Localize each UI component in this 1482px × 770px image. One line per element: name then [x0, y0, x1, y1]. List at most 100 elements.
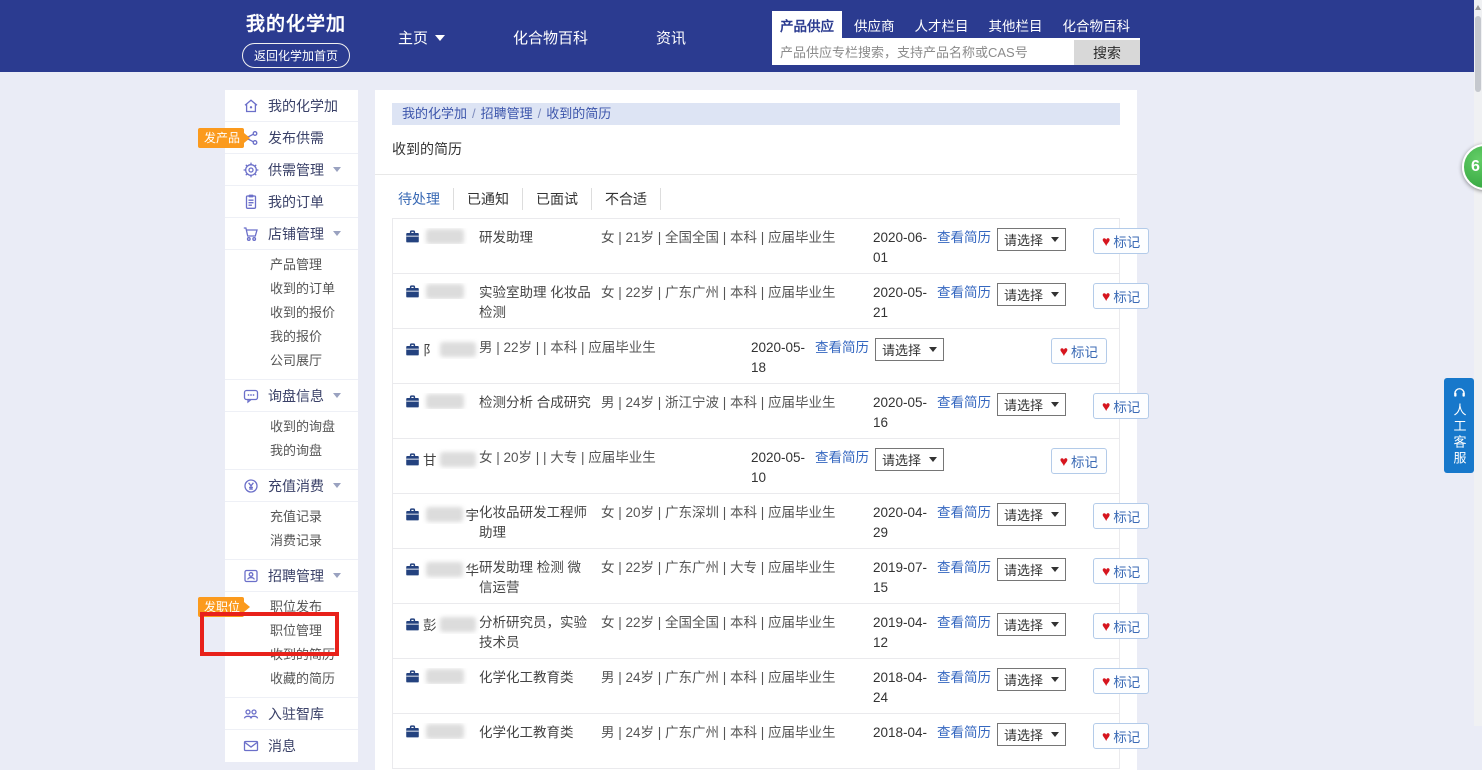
- mark-button[interactable]: ♥ 标记: [1093, 393, 1149, 419]
- chevron-down-icon: [333, 231, 341, 236]
- status-select[interactable]: 请选择: [997, 228, 1066, 251]
- mark-button[interactable]: ♥ 标记: [1093, 558, 1149, 584]
- sidebar-item-label: 我的报价: [270, 329, 322, 344]
- sidebar-item-received-quotes[interactable]: 收到的报价: [225, 301, 358, 325]
- mark-button[interactable]: ♥ 标记: [1051, 448, 1107, 474]
- scrollbar-thumb[interactable]: [1475, 16, 1481, 92]
- chat-notification-badge[interactable]: 6: [1462, 144, 1482, 190]
- mark-button[interactable]: ♥ 标记: [1093, 283, 1149, 309]
- search-tab[interactable]: 供应商: [846, 11, 903, 38]
- applicant-details: 男 | 24岁 | 浙江宁波 | 本科 | 应届毕业生: [601, 393, 873, 413]
- heart-icon: ♥: [1102, 289, 1110, 303]
- status-select[interactable]: 请选择: [997, 283, 1066, 306]
- tab-不合适[interactable]: 不合适: [592, 188, 661, 210]
- search-tab[interactable]: 其他栏目: [981, 11, 1051, 38]
- sidebar-item-job-publish[interactable]: 职位发布发职位: [225, 595, 358, 619]
- status-select[interactable]: 请选择: [997, 668, 1066, 691]
- home-icon: [242, 97, 260, 115]
- view-resume-link[interactable]: 查看简历: [937, 230, 991, 245]
- view-resume-link[interactable]: 查看简历: [937, 285, 991, 300]
- sidebar-item-messages[interactable]: 消息: [225, 730, 358, 762]
- mark-button[interactable]: ♥ 标记: [1093, 503, 1149, 529]
- mark-button[interactable]: ♥ 标记: [1093, 228, 1149, 254]
- resume-row: 宇 化妆品研发工程师助理 女 | 20岁 | 广东深圳 | 本科 | 应届毕业生…: [393, 494, 1119, 549]
- page-scrollbar[interactable]: [1474, 0, 1482, 726]
- sidebar-item-inquiry-info[interactable]: 询盘信息: [225, 380, 358, 412]
- customer-service-button[interactable]: 人工客服: [1444, 378, 1474, 473]
- view-resume-link[interactable]: 查看简历: [937, 670, 991, 685]
- view-resume-link[interactable]: 查看简历: [815, 450, 869, 465]
- breadcrumb-link[interactable]: 我的化学加: [402, 103, 467, 125]
- applicant-position: 研发助理 检测 微信运营: [479, 558, 601, 598]
- chat-icon: [242, 387, 260, 405]
- name-redacted-blob: [426, 669, 464, 684]
- search-tab[interactable]: 化合物百科: [1055, 11, 1139, 38]
- sidebar-item-join-think-tank[interactable]: 入驻智库: [225, 698, 358, 730]
- mark-button[interactable]: ♥ 标记: [1093, 668, 1149, 694]
- back-to-home-button[interactable]: 返回化学加首页: [242, 43, 350, 68]
- applicant-details: 男 | 22岁 | | 本科 | 应届毕业生: [479, 338, 751, 358]
- sidebar-item-supply-demand-mgmt[interactable]: 供需管理: [225, 154, 358, 186]
- sidebar-item-my-huaxuejia[interactable]: 我的化学加: [225, 90, 358, 122]
- sidebar-item-label: 充值消费: [268, 476, 324, 496]
- sidebar-item-recharge-consume[interactable]: 充值消费: [225, 470, 358, 502]
- sidebar-item-label: 供需管理: [268, 160, 324, 180]
- mark-button[interactable]: ♥ 标记: [1093, 613, 1149, 639]
- applicant-details: 女 | 22岁 | 广东广州 | 大专 | 应届毕业生: [601, 558, 873, 578]
- sidebar-item-product-mgmt[interactable]: 产品管理: [225, 253, 358, 277]
- received-date: 2020-05-21: [873, 283, 937, 323]
- resume-row: 化学化工教育类 男 | 24岁 | 广东广州 | 本科 | 应届毕业生 2018…: [393, 659, 1119, 714]
- sidebar-item-my-inquiries[interactable]: 我的询盘: [225, 439, 358, 463]
- mark-button[interactable]: ♥ 标记: [1051, 338, 1107, 364]
- title-divider: [375, 174, 1137, 175]
- nav-item[interactable]: 化合物百科: [513, 27, 588, 48]
- view-resume-link[interactable]: 查看简历: [937, 615, 991, 630]
- folder-icon: [405, 284, 420, 299]
- status-select[interactable]: 请选择: [997, 613, 1066, 636]
- folder-icon: [405, 452, 420, 467]
- search-button[interactable]: 搜索: [1074, 40, 1140, 65]
- scroll-up-arrow[interactable]: [1474, 5, 1482, 10]
- sidebar-item-publish-supply-demand[interactable]: 发布供需发产品: [225, 122, 358, 154]
- breadcrumb-link[interactable]: 招聘管理: [481, 103, 533, 125]
- status-select[interactable]: 请选择: [875, 448, 944, 471]
- status-select[interactable]: 请选择: [997, 393, 1066, 416]
- nav-item[interactable]: 主页: [398, 27, 445, 48]
- search-tab[interactable]: 人才栏目: [907, 11, 977, 38]
- view-resume-link[interactable]: 查看简历: [937, 505, 991, 520]
- view-resume-link[interactable]: 查看简历: [937, 725, 991, 740]
- sidebar-item-recruit-mgmt[interactable]: 招聘管理: [225, 560, 358, 592]
- applicant-details: 女 | 20岁 | | 大专 | 应届毕业生: [479, 448, 751, 468]
- search-tab[interactable]: 产品供应: [772, 11, 842, 38]
- sidebar-item-company-showroom[interactable]: 公司展厅: [225, 349, 358, 373]
- top-header: 我的化学加 返回化学加首页 主页化合物百科资讯 产品供应供应商人才栏目其他栏目化…: [0, 0, 1474, 72]
- search-input[interactable]: [772, 40, 1074, 65]
- status-select[interactable]: 请选择: [997, 723, 1066, 746]
- view-resume-link[interactable]: 查看简历: [815, 340, 869, 355]
- nav-item[interactable]: 资讯: [656, 27, 686, 48]
- sidebar-item-favorite-resumes[interactable]: 收藏的简历: [225, 667, 358, 691]
- tab-已面试[interactable]: 已面试: [523, 188, 592, 210]
- status-select[interactable]: 请选择: [997, 558, 1066, 581]
- mark-button[interactable]: ♥ 标记: [1093, 723, 1149, 749]
- breadcrumb-link[interactable]: 收到的简历: [546, 103, 611, 125]
- tab-待处理[interactable]: 待处理: [392, 188, 454, 210]
- status-select[interactable]: 请选择: [997, 503, 1066, 526]
- chevron-down-icon: [1051, 292, 1059, 297]
- status-select[interactable]: 请选择: [875, 338, 944, 361]
- view-resume-link[interactable]: 查看简历: [937, 560, 991, 575]
- sidebar-item-received-inquiries[interactable]: 收到的询盘: [225, 415, 358, 439]
- app-logo-title: 我的化学加: [238, 9, 354, 36]
- tab-已通知[interactable]: 已通知: [454, 188, 523, 210]
- sidebar-item-my-quotes[interactable]: 我的报价: [225, 325, 358, 349]
- sidebar-item-my-orders[interactable]: 我的订单: [225, 186, 358, 218]
- sidebar-item-recharge-records[interactable]: 充值记录: [225, 505, 358, 529]
- name-visible-part: 华: [466, 559, 480, 579]
- view-resume-link[interactable]: 查看简历: [937, 395, 991, 410]
- sidebar-item-received-orders[interactable]: 收到的订单: [225, 277, 358, 301]
- name-redacted-blob: [426, 507, 463, 522]
- sidebar-item-received-resumes[interactable]: 收到的简历: [225, 643, 358, 667]
- sidebar-item-consume-records[interactable]: 消费记录: [225, 529, 358, 553]
- sidebar-item-job-mgmt[interactable]: 职位管理: [225, 619, 358, 643]
- sidebar-item-shop-mgmt[interactable]: 店铺管理: [225, 218, 358, 250]
